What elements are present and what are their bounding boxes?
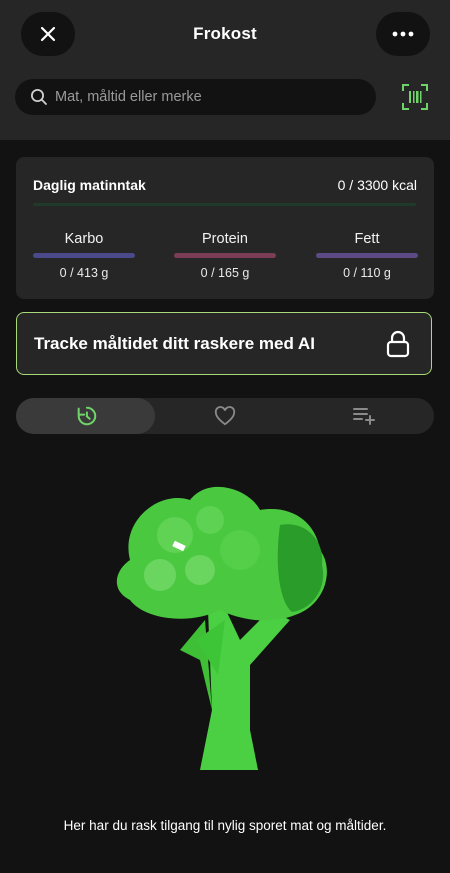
macro-carbs: Karbo 0 / 413 g (33, 231, 135, 280)
search-icon (30, 88, 48, 106)
macro-progress-bar (174, 253, 276, 258)
header: Frokost Mat, måltid eller merke (0, 0, 450, 140)
macro-fat: Fett 0 / 110 g (316, 231, 418, 280)
more-options-button[interactable] (376, 12, 430, 56)
kcal-progress-bar (33, 203, 416, 206)
search-placeholder: Mat, måltid eller merke (55, 89, 202, 105)
broccoli-illustration (116, 486, 327, 770)
barcode-scan-icon (402, 84, 428, 110)
daily-intake-card[interactable]: Daglig matinntak 0 / 3300 kcal Karbo 0 /… (16, 157, 434, 299)
macro-label: Protein (202, 231, 248, 247)
macro-value: 0 / 110 g (343, 266, 391, 280)
barcode-scan-button[interactable] (400, 82, 430, 112)
empty-state-text: Her har du rask tilgang til nylig sporet… (63, 818, 387, 833)
ai-banner-text: Tracke måltidet ditt raskere med AI (34, 333, 315, 353)
daily-kcal-value: 0 / 3300 kcal (337, 177, 417, 193)
tab-bar (16, 398, 434, 434)
macro-label: Fett (354, 231, 380, 247)
macro-value: 0 / 165 g (200, 266, 250, 280)
heart-icon (214, 406, 235, 426)
macro-value: 0 / 413 g (59, 266, 109, 280)
ai-tracking-banner[interactable]: Tracke måltidet ditt raskere med AI (16, 312, 432, 375)
lock-icon (386, 330, 410, 358)
macro-progress-bar (316, 253, 418, 258)
tab-recent[interactable] (16, 398, 155, 434)
search-input[interactable]: Mat, måltid eller merke (15, 79, 376, 115)
tab-meals[interactable] (294, 398, 433, 434)
daily-intake-title: Daglig matinntak (33, 177, 146, 193)
tab-favorites[interactable] (155, 398, 294, 434)
playlist-add-icon (352, 408, 375, 425)
macro-label: Karbo (64, 231, 104, 247)
macro-progress-bar (33, 253, 135, 258)
more-horizontal-icon (392, 31, 414, 37)
macro-protein: Protein 0 / 165 g (174, 231, 276, 280)
history-icon (77, 406, 96, 426)
